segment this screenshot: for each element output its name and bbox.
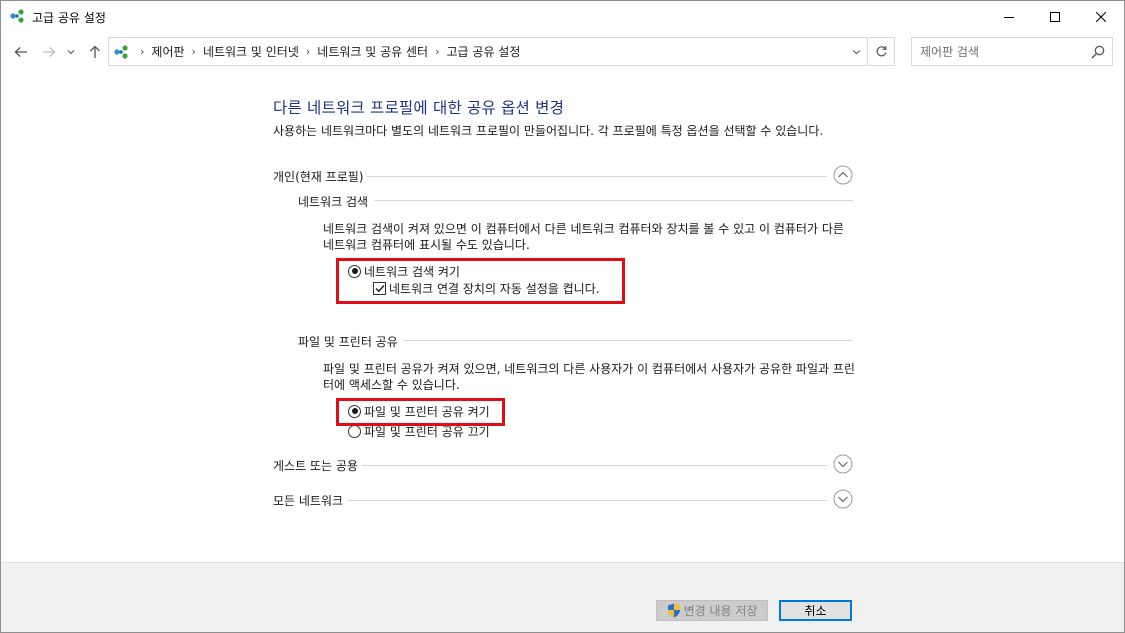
save-changes-button[interactable]: 변경 내용 저장 [656, 600, 768, 621]
save-changes-label: 변경 내용 저장 [683, 604, 758, 618]
breadcrumb-control-panel[interactable]: 제어판 [151, 43, 184, 60]
button-bar: 변경 내용 저장 취소 [1, 562, 1124, 632]
chevron-right-icon[interactable]: › [435, 45, 439, 58]
forward-button[interactable] [39, 42, 59, 62]
chevron-up-icon[interactable] [833, 165, 853, 185]
advanced-sharing-settings-window: 고급 공유 설정 › 제어판 › 네트워크 및 인터넷 › 네트워크 및 공유 … [0, 0, 1125, 633]
page-title: 다른 네트워크 프로필에 대한 공유 옵션 변경 [273, 99, 565, 117]
file-sharing-on-option[interactable]: 파일 및 프린터 공유 켜기 [348, 403, 490, 419]
file-sharing-off-radio[interactable] [348, 424, 361, 438]
breadcrumb-advanced-sharing[interactable]: 고급 공유 설정 [447, 43, 521, 60]
address-history-button[interactable] [845, 38, 867, 65]
network-discovery-off-radio[interactable] [348, 289, 361, 303]
chevron-down-icon [852, 49, 860, 54]
recent-locations-button[interactable] [64, 42, 78, 62]
network-discovery-description: 네트워크 검색이 켜져 있으면 이 컴퓨터에서 다른 네트워크 컴퓨터와 장치를… [323, 222, 844, 252]
breadcrumb-network-sharing-center[interactable]: 네트워크 및 공유 센터 [317, 43, 428, 60]
file-sharing-off-option[interactable]: 파일 및 프린터 공유 끄기 [348, 423, 490, 439]
profile-header-all[interactable]: 모든 네트워크 [273, 489, 853, 513]
network-center-icon [114, 45, 128, 59]
auto-setup-option[interactable]: 네트워크 연결 장치의 자동 설정을 켭니다. [373, 280, 600, 296]
chevron-right-icon[interactable]: › [306, 45, 310, 58]
refresh-button[interactable] [869, 37, 895, 66]
chevron-down-icon[interactable] [833, 454, 853, 474]
network-center-icon [10, 9, 24, 23]
auto-setup-checkbox[interactable] [373, 281, 386, 295]
breadcrumb: › 제어판 › 네트워크 및 인터넷 › 네트워크 및 공유 센터 › 고급 공… [133, 38, 520, 65]
up-button[interactable] [85, 42, 105, 62]
divider [273, 500, 827, 501]
file-sharing-on-label: 파일 및 프린터 공유 켜기 [364, 404, 490, 419]
network-discovery-title: 네트워크 검색 [298, 193, 375, 210]
minimize-icon [1004, 16, 1014, 18]
file-sharing-off-label: 파일 및 프린터 공유 끄기 [364, 424, 490, 439]
file-printer-sharing-description: 파일 및 프린터 공유가 켜져 있으면, 네트워크의 다른 사용자가 이 컴퓨터… [323, 362, 855, 392]
cancel-button[interactable]: 취소 [779, 600, 852, 621]
chevron-right-icon[interactable]: › [192, 45, 196, 58]
minimize-button[interactable] [986, 1, 1032, 32]
network-discovery-on-label: 네트워크 검색 켜기 [364, 264, 460, 279]
network-discovery-on-option[interactable]: 네트워크 검색 켜기 [348, 263, 460, 279]
breadcrumb-network-internet[interactable]: 네트워크 및 인터넷 [203, 43, 299, 60]
main-content: 다른 네트워크 프로필에 대한 공유 옵션 변경 사용하는 네트워크마다 별도의… [1, 72, 1124, 562]
shield-icon [667, 603, 680, 618]
chevron-down-icon [67, 50, 75, 55]
network-discovery-header: 네트워크 검색 [298, 193, 853, 211]
profile-header-guest[interactable]: 게스트 또는 공용 [273, 454, 853, 478]
profile-header-private[interactable]: 개인(현재 프로필) [273, 165, 853, 189]
file-printer-sharing-header: 파일 및 프린터 공유 [298, 333, 853, 351]
title-bar: 고급 공유 설정 [1, 1, 1124, 32]
divider [298, 200, 853, 201]
chevron-right-icon[interactable]: › [140, 45, 144, 58]
auto-setup-label: 네트워크 연결 장치의 자동 설정을 켭니다. [389, 281, 600, 296]
profile-label-all: 모든 네트워크 [273, 492, 348, 509]
cancel-label: 취소 [804, 604, 827, 618]
maximize-button[interactable] [1032, 1, 1078, 32]
intro-text: 사용하는 네트워크마다 별도의 네트워크 프로필이 만들어집니다. 각 프로필에… [273, 124, 824, 138]
profile-label-private: 개인(현재 프로필) [273, 168, 368, 185]
search-icon[interactable] [1090, 44, 1106, 60]
checkmark-icon [375, 284, 385, 292]
up-arrow-icon [90, 45, 100, 58]
refresh-icon [876, 46, 887, 57]
close-icon [1096, 11, 1106, 22]
close-button[interactable] [1078, 1, 1124, 32]
chevron-down-icon[interactable] [833, 489, 853, 509]
navigation-bar: › 제어판 › 네트워크 및 인터넷 › 네트워크 및 공유 센터 › 고급 공… [1, 32, 1124, 72]
file-sharing-on-radio[interactable] [348, 404, 361, 418]
profile-label-guest: 게스트 또는 공용 [273, 457, 362, 474]
file-printer-sharing-title: 파일 및 프린터 공유 [298, 333, 404, 350]
maximize-icon [1050, 11, 1060, 22]
forward-arrow-icon [43, 47, 56, 57]
window-title: 고급 공유 설정 [32, 11, 106, 25]
search-input[interactable] [920, 43, 1080, 60]
address-bar[interactable]: › 제어판 › 네트워크 및 인터넷 › 네트워크 및 공유 센터 › 고급 공… [108, 37, 868, 66]
network-discovery-on-radio[interactable] [348, 264, 361, 278]
search-box[interactable] [911, 37, 1113, 66]
back-arrow-icon [14, 47, 27, 57]
back-button[interactable] [11, 42, 31, 62]
